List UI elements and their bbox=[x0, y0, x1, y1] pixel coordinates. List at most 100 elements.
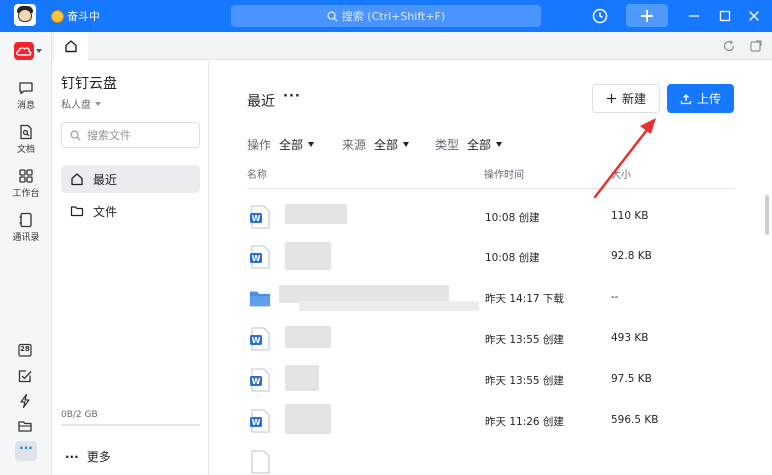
folder-icon bbox=[249, 291, 271, 307]
more-dots-icon: ··· bbox=[65, 449, 79, 464]
caret-down-icon bbox=[308, 142, 315, 147]
home-icon bbox=[65, 40, 77, 53]
svg-text:W: W bbox=[252, 418, 261, 427]
avatar-face bbox=[18, 9, 32, 22]
upload-button-label: 上传 bbox=[696, 92, 721, 106]
filter-value: 全部 bbox=[374, 138, 399, 152]
close-icon bbox=[749, 11, 759, 21]
column-header-size[interactable]: 大小 bbox=[611, 166, 631, 181]
rail-more-button[interactable]: ··· bbox=[15, 441, 37, 461]
row-time: 10:08 创建 bbox=[485, 212, 540, 224]
status-label: 奋斗中 bbox=[67, 10, 100, 23]
row-size: 97.5 KB bbox=[611, 373, 652, 385]
user-avatar[interactable] bbox=[14, 4, 36, 26]
rail-item-messages[interactable]: 消息 bbox=[0, 80, 52, 111]
plus-icon bbox=[641, 9, 653, 22]
rail-item-docs[interactable]: 文档 bbox=[0, 124, 52, 155]
word-file-icon: W bbox=[250, 327, 270, 351]
column-header-name[interactable]: 名称 bbox=[247, 166, 267, 181]
rail-item-contacts[interactable]: 通讯录 bbox=[0, 212, 52, 243]
flash-icon[interactable] bbox=[17, 393, 35, 411]
create-plus-button[interactable] bbox=[626, 4, 668, 27]
blurred-file-name bbox=[285, 242, 331, 270]
file-row[interactable]: W 昨天 13:55 创建 493 KB bbox=[247, 318, 734, 359]
page-title: 最近 bbox=[247, 94, 275, 110]
column-header-time[interactable]: 操作时间 bbox=[484, 166, 524, 181]
todo-icon[interactable] bbox=[17, 368, 35, 386]
filter-label: 操作 bbox=[247, 138, 272, 152]
left-rail: 消息 文档 工作台 通讯录 28 ··· bbox=[0, 32, 52, 475]
file-search-input[interactable]: 搜索文件 bbox=[61, 122, 200, 148]
open-window-icon[interactable] bbox=[749, 39, 763, 53]
filter-source[interactable]: 来源 全部 bbox=[342, 136, 410, 153]
caret-down-icon bbox=[403, 142, 410, 147]
tab-home[interactable] bbox=[54, 32, 88, 60]
main-content: 最近 ··· 新建 上传 操作 全部 来源 全部 类型 全部 名称 操作时间 大… bbox=[210, 60, 772, 475]
refresh-icon[interactable] bbox=[722, 39, 736, 53]
rail-item-label: 文档 bbox=[16, 145, 35, 155]
logo-dropdown-icon[interactable] bbox=[36, 49, 42, 53]
maximize-icon bbox=[719, 10, 731, 22]
minimize-button[interactable] bbox=[686, 8, 702, 24]
global-search-input[interactable]: 搜索 (Ctrl+Shift+F) bbox=[231, 5, 541, 27]
sidebar-item-files[interactable]: 文件 bbox=[61, 197, 200, 225]
vertical-scrollbar[interactable] bbox=[765, 195, 769, 235]
header-divider bbox=[247, 188, 734, 189]
row-time: 10:08 创建 bbox=[485, 252, 540, 264]
dingtalk-cloud-logo-icon[interactable] bbox=[14, 42, 34, 60]
close-button[interactable] bbox=[746, 8, 762, 24]
svg-text:W: W bbox=[252, 336, 261, 345]
sidebar-item-recent[interactable]: 最近 bbox=[61, 165, 200, 193]
row-size: 110 KB bbox=[611, 210, 649, 222]
file-row[interactable] bbox=[247, 441, 734, 475]
filter-label: 来源 bbox=[342, 138, 367, 152]
upload-icon bbox=[680, 93, 692, 104]
page-more-options[interactable]: ··· bbox=[283, 89, 301, 104]
maximize-button[interactable] bbox=[717, 8, 733, 24]
filter-operation[interactable]: 操作 全部 bbox=[247, 136, 315, 153]
filter-type[interactable]: 类型 全部 bbox=[435, 136, 503, 153]
file-row[interactable]: W 10:08 创建 92.8 KB bbox=[247, 236, 734, 277]
blurred-file-name bbox=[285, 365, 319, 391]
upload-button[interactable]: 上传 bbox=[667, 84, 734, 113]
folder-icon[interactable] bbox=[17, 418, 35, 436]
plus-icon bbox=[606, 93, 617, 104]
title-bar: 奋斗中 搜索 (Ctrl+Shift+F) bbox=[0, 0, 772, 32]
chevron-down-icon bbox=[95, 101, 101, 106]
search-icon bbox=[327, 11, 338, 22]
rail-item-workbench[interactable]: 工作台 bbox=[0, 168, 52, 199]
document-icon bbox=[20, 124, 32, 140]
svg-text:W: W bbox=[252, 254, 261, 263]
file-row[interactable]: W 昨天 11:26 创建 596.5 KB bbox=[247, 400, 734, 441]
calendar-day: 28 bbox=[20, 345, 30, 353]
row-time: 昨天 13:55 创建 bbox=[485, 375, 564, 387]
row-time: 昨天 14:17 下载 bbox=[485, 293, 564, 305]
workbench-icon bbox=[19, 169, 33, 183]
calendar-icon[interactable]: 28 bbox=[17, 342, 35, 360]
history-icon[interactable] bbox=[591, 7, 609, 25]
row-size: 596.5 KB bbox=[611, 414, 659, 426]
sidebar-item-label: 最近 bbox=[93, 172, 118, 187]
blurred-file-name bbox=[285, 404, 331, 434]
folder-row[interactable]: 昨天 14:17 下载 -- bbox=[247, 277, 734, 318]
blurred-file-name bbox=[285, 326, 331, 348]
more-button[interactable]: ··· 更多 bbox=[65, 448, 111, 465]
row-size: 92.8 KB bbox=[611, 250, 652, 262]
svg-text:W: W bbox=[252, 377, 261, 386]
row-size: 493 KB bbox=[611, 332, 649, 344]
message-icon bbox=[19, 82, 33, 95]
status-emoji-icon bbox=[51, 9, 64, 23]
new-button-label: 新建 bbox=[621, 92, 646, 106]
user-status[interactable]: 奋斗中 bbox=[51, 8, 100, 24]
word-file-icon: W bbox=[250, 368, 270, 392]
new-button[interactable]: 新建 bbox=[592, 84, 660, 113]
cloud-sidebar: 钉钉云盘 私人盘 搜索文件 最近 文件 0B/2 GB ··· 更多 bbox=[52, 60, 209, 475]
caret-down-icon bbox=[496, 142, 503, 147]
file-search-placeholder: 搜索文件 bbox=[87, 129, 131, 142]
file-row[interactable]: W 10:08 创建 110 KB bbox=[247, 196, 734, 237]
drive-selector[interactable]: 私人盘 bbox=[61, 96, 101, 111]
drive-selector-label: 私人盘 bbox=[61, 100, 91, 111]
file-row[interactable]: W 昨天 13:55 创建 97.5 KB bbox=[247, 359, 734, 400]
search-placeholder: 搜索 (Ctrl+Shift+F) bbox=[341, 10, 446, 23]
rail-item-label: 通讯录 bbox=[12, 233, 40, 243]
